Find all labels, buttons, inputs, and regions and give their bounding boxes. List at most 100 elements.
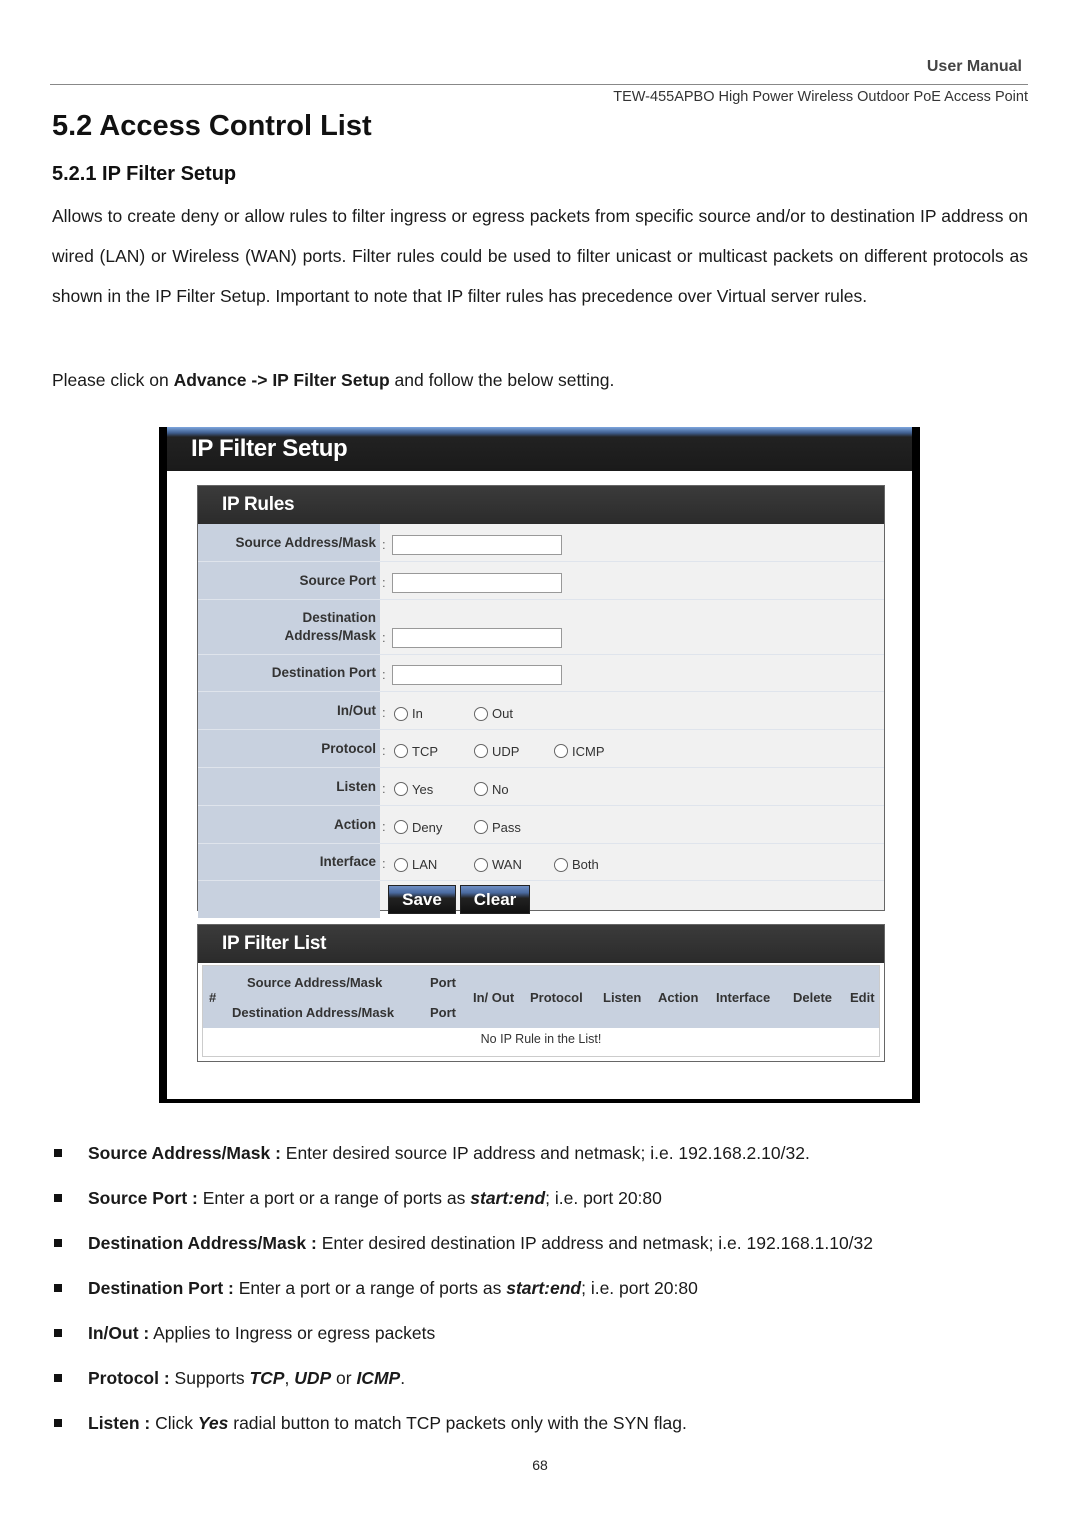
radio-icmp-icon[interactable]	[554, 744, 568, 759]
source-address-label: Source Address/Mask	[235, 534, 376, 550]
bullet-square-icon	[54, 1149, 62, 1157]
screenshot-title: IP Filter Setup	[191, 435, 348, 462]
radio-deny-label: Deny	[412, 819, 443, 835]
list-item: Source Address/Mask : Enter desired sour…	[52, 1133, 1032, 1178]
ip-rules-title: IP Rules	[198, 486, 884, 524]
action-label: Action	[334, 816, 376, 832]
bullet-square-icon	[54, 1194, 62, 1202]
col-listen: Listen	[603, 990, 642, 1005]
destination-port-row: Destination Port :	[198, 654, 884, 693]
bullet-square-icon	[54, 1374, 62, 1382]
bullet-text: ; i.e. port 20:80	[545, 1188, 662, 1208]
radio-tcp[interactable]: TCP	[394, 744, 438, 759]
bullet-square-icon	[54, 1329, 62, 1337]
radio-no[interactable]: No	[474, 782, 509, 797]
interface-label: Interface	[319, 854, 376, 870]
bullet-label: Source Address/Mask :	[88, 1143, 281, 1163]
radio-pass-label: Pass	[492, 819, 521, 835]
bullet-square-icon	[54, 1239, 62, 1247]
colon: :	[382, 856, 386, 872]
bullet-label: Destination Address/Mask :	[88, 1233, 317, 1253]
radio-udp[interactable]: UDP	[474, 744, 519, 759]
radio-wan-icon[interactable]	[474, 857, 488, 872]
list-item: Destination Port : Enter a port or a ran…	[52, 1268, 1032, 1313]
col-action: Action	[658, 990, 699, 1005]
radio-both[interactable]: Both	[554, 857, 599, 872]
col-interface: Interface	[716, 990, 771, 1005]
destination-port-input[interactable]	[392, 665, 562, 686]
radio-pass[interactable]: Pass	[474, 820, 521, 835]
radio-no-label: No	[492, 781, 509, 797]
action-row: Action : Deny Pass	[198, 805, 884, 844]
radio-wan-label: WAN	[492, 857, 522, 873]
bullet-text: Supports	[169, 1368, 250, 1388]
radio-lan-icon[interactable]	[394, 857, 408, 872]
radio-pass-icon[interactable]	[474, 820, 488, 835]
radio-in[interactable]: In	[394, 706, 423, 721]
source-port-input[interactable]	[392, 572, 562, 593]
radio-udp-icon[interactable]	[474, 744, 488, 759]
radio-out-icon[interactable]	[474, 706, 488, 721]
bullet-emphasis: UDP	[294, 1368, 332, 1388]
instruction-paragraph: Please click on Advance -> IP Filter Set…	[52, 360, 1028, 400]
bullet-square-icon	[54, 1284, 62, 1292]
bullet-text: radial button to match TCP packets only …	[228, 1413, 687, 1433]
radio-both-icon[interactable]	[554, 857, 568, 872]
empty-list-message: No IP Rule in the List!	[480, 1032, 602, 1046]
save-button[interactable]: Save	[388, 885, 456, 915]
list-item: Protocol : Supports TCP, UDP or ICMP.	[52, 1358, 1032, 1403]
radio-yes-icon[interactable]	[394, 782, 408, 797]
source-port-label: Source Port	[299, 572, 376, 588]
bullet-text: .	[400, 1368, 406, 1388]
source-address-input[interactable]	[392, 534, 562, 555]
ip-filter-list-title: IP Filter List	[198, 925, 884, 963]
bullet-label: Source Port :	[88, 1188, 198, 1208]
listen-row: Listen : Yes No	[198, 767, 884, 806]
bullet-emphasis: start:end	[470, 1188, 546, 1208]
radio-wan[interactable]: WAN	[474, 857, 522, 872]
colon: :	[382, 536, 386, 552]
colon: :	[382, 574, 386, 590]
col-source-address: Source Address/Mask	[247, 975, 383, 990]
radio-tcp-label: TCP	[412, 743, 438, 759]
destination-address-input[interactable]	[392, 627, 562, 648]
radio-in-icon[interactable]	[394, 706, 408, 721]
radio-udp-label: UDP	[492, 743, 520, 759]
radio-deny-icon[interactable]	[394, 820, 408, 835]
clear-button[interactable]: Clear	[460, 885, 530, 915]
header-rule	[50, 84, 1028, 85]
buttons-row: Save Clear	[198, 881, 884, 919]
radio-tcp-icon[interactable]	[394, 744, 408, 759]
radio-in-label: In	[412, 706, 423, 722]
radio-lan[interactable]: LAN	[394, 857, 437, 872]
listen-label: Listen	[336, 778, 376, 794]
col-destination-address: Destination Address/Mask	[232, 1005, 395, 1020]
radio-icmp-label: ICMP	[572, 743, 605, 759]
radio-no-icon[interactable]	[474, 782, 488, 797]
destination-address-row: Destination Address/Mask :	[198, 599, 884, 655]
colon: :	[382, 629, 386, 645]
ip-filter-table: # Source Address/Mask Destination Addres…	[202, 965, 880, 1057]
radio-deny[interactable]: Deny	[394, 820, 442, 835]
field-description-list: Source Address/Mask : Enter desired sour…	[52, 1133, 1032, 1448]
destination-address-label: Destination Address/Mask	[284, 609, 376, 645]
radio-out[interactable]: Out	[474, 706, 513, 721]
bullet-text: Enter desired destination IP address and…	[316, 1233, 874, 1253]
col-protocol: Protocol	[530, 990, 583, 1005]
list-item: Listen : Click Yes radial button to matc…	[52, 1403, 1032, 1448]
section-heading: 5.2 Access Control List	[52, 110, 372, 142]
bullet-text: or	[331, 1368, 357, 1388]
screenshot-titlebar: IP Filter Setup	[167, 427, 912, 471]
bullet-label: In/Out :	[88, 1323, 150, 1343]
col-delete: Delete	[793, 990, 833, 1005]
radio-yes[interactable]: Yes	[394, 782, 433, 797]
instruction-prefix: Please click on	[52, 370, 174, 390]
destination-address-label-line2: Address/Mask	[284, 627, 376, 643]
bullet-text: Click	[150, 1413, 198, 1433]
bullet-text: Enter a port or a range of ports as	[233, 1278, 507, 1298]
bullet-label: Listen :	[88, 1413, 151, 1433]
radio-icmp[interactable]: ICMP	[554, 744, 605, 759]
instruction-suffix: and follow the below setting.	[389, 370, 615, 390]
table-header: # Source Address/Mask Destination Addres…	[203, 966, 879, 1028]
bullet-emphasis: Yes	[197, 1413, 229, 1433]
